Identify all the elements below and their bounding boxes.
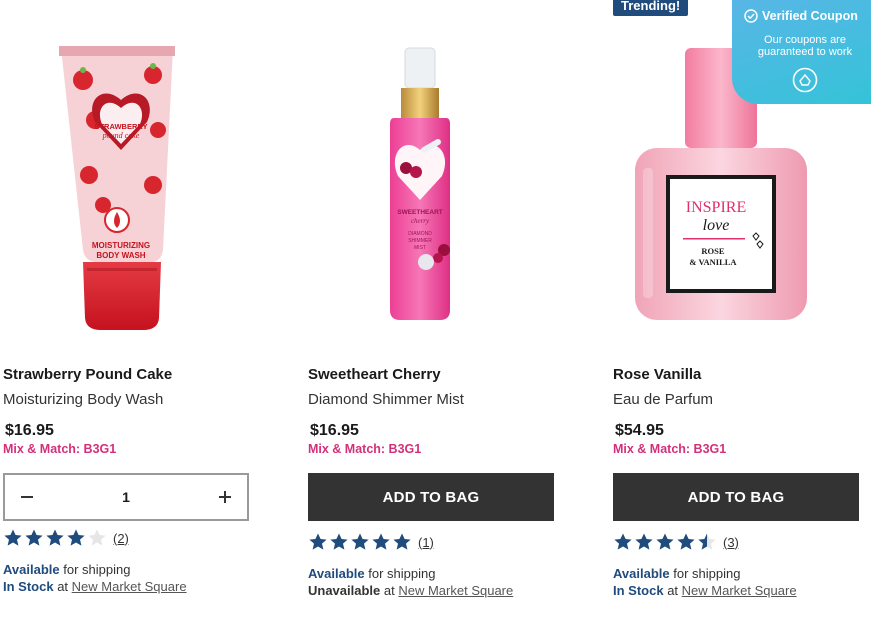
trending-badge: Trending!: [613, 0, 689, 16]
store-at: at: [383, 583, 395, 598]
product-name[interactable]: Strawberry Pound Cake: [3, 366, 172, 383]
star-icon: [614, 533, 632, 550]
shipping-status: Available: [3, 562, 60, 577]
store-at: at: [57, 579, 69, 594]
promo-text[interactable]: Mix & Match: B3G1: [613, 442, 726, 456]
store-link[interactable]: New Market Square: [72, 579, 187, 594]
shipping-text: for shipping: [368, 566, 436, 581]
product-price: $54.95: [615, 422, 664, 439]
label-line2: love: [703, 217, 730, 234]
star-icon: [635, 533, 653, 550]
availability: Available for shipping In Stock at New M…: [3, 561, 187, 595]
star-icon: [309, 533, 327, 550]
promo-text[interactable]: Mix & Match: B3G1: [3, 442, 116, 456]
label-line4: & VANILLA: [689, 257, 737, 267]
star-icon: [698, 533, 716, 550]
product-line2: BODY WASH: [96, 251, 145, 260]
availability: Available for shipping Unavailable at Ne…: [308, 565, 513, 599]
rating[interactable]: (2): [3, 528, 129, 548]
rating-stars: [613, 532, 718, 552]
coupon-title-text: Verified Coupon: [762, 9, 858, 23]
shipping-status: Available: [308, 566, 365, 581]
label-line3: ROSE: [701, 246, 724, 256]
product-line1: DIAMOND: [408, 231, 432, 237]
star-icon: [330, 533, 348, 550]
product-line1: MOISTURIZING: [92, 241, 150, 250]
verified-coupon-widget[interactable]: Verified Coupon Our coupons are guarante…: [732, 0, 871, 104]
product-type: Diamond Shimmer Mist: [308, 391, 464, 408]
product-price: $16.95: [310, 422, 359, 439]
check-circle-icon: [744, 9, 758, 23]
review-count[interactable]: (2): [113, 531, 129, 546]
star-icon: [372, 533, 390, 550]
product-card-strawberry: STRAWBERRY pound cake MOISTURIZING BODY …: [3, 0, 253, 620]
star-icon: [393, 533, 411, 550]
star-icon: [656, 533, 674, 550]
review-count[interactable]: (1): [418, 535, 434, 550]
shipping-text: for shipping: [673, 566, 741, 581]
coupon-title: Verified Coupon: [744, 9, 858, 23]
product-line3: MIST: [414, 245, 426, 251]
store-link[interactable]: New Market Square: [398, 583, 513, 598]
coupon-logo-icon[interactable]: [792, 67, 818, 93]
product-card-sweetheart: SWEETHEART cherry DIAMOND SHIMMER MIST S…: [308, 0, 558, 620]
review-count[interactable]: (3): [723, 535, 739, 550]
store-at: at: [667, 583, 679, 598]
shipping-text: for shipping: [63, 562, 131, 577]
star-icon: [351, 533, 369, 550]
shipping-status: Available: [613, 566, 670, 581]
label-line2: pound cake: [102, 131, 140, 140]
rating[interactable]: (3): [613, 532, 739, 552]
rating[interactable]: (1): [308, 532, 434, 552]
star-icon: [4, 529, 22, 546]
label-line2: cherry: [411, 217, 430, 225]
add-to-bag-button[interactable]: ADD TO BAG: [308, 473, 554, 521]
minus-icon[interactable]: [5, 475, 49, 519]
label-line1: INSPIRE: [686, 199, 746, 216]
star-icon: [25, 529, 43, 546]
store-link[interactable]: New Market Square: [682, 583, 797, 598]
product-type: Moisturizing Body Wash: [3, 391, 164, 408]
store-status: Unavailable: [308, 583, 381, 598]
product-name[interactable]: Sweetheart Cherry: [308, 366, 441, 383]
promo-text[interactable]: Mix & Match: B3G1: [308, 442, 421, 456]
product-price: $16.95: [5, 422, 54, 439]
product-line2: SHIMMER: [408, 238, 432, 244]
star-icon: [677, 533, 695, 550]
star-icon: [46, 529, 64, 546]
star-icon: [88, 529, 106, 546]
rating-stars: [308, 532, 413, 552]
label-line1: SWEETHEART: [397, 209, 443, 216]
quantity-value[interactable]: 1: [49, 489, 203, 505]
add-to-bag-button[interactable]: ADD TO BAG: [613, 473, 859, 521]
quantity-stepper: 1: [3, 473, 249, 521]
product-image-body-wash[interactable]: STRAWBERRY pound cake MOISTURIZING BODY …: [3, 0, 253, 350]
plus-icon[interactable]: [203, 475, 247, 519]
product-image-mist[interactable]: SWEETHEART cherry DIAMOND SHIMMER MIST: [308, 0, 558, 350]
coupon-text: Our coupons are guaranteed to work: [757, 34, 853, 58]
store-status: In Stock: [3, 579, 54, 594]
product-name[interactable]: Rose Vanilla: [613, 366, 701, 383]
rating-stars: [3, 528, 108, 548]
store-status: In Stock: [613, 583, 664, 598]
label-line1: STRAWBERRY: [94, 122, 147, 131]
star-icon: [67, 529, 85, 546]
availability: Available for shipping In Stock at New M…: [613, 565, 797, 599]
product-type: Eau de Parfum: [613, 391, 714, 408]
